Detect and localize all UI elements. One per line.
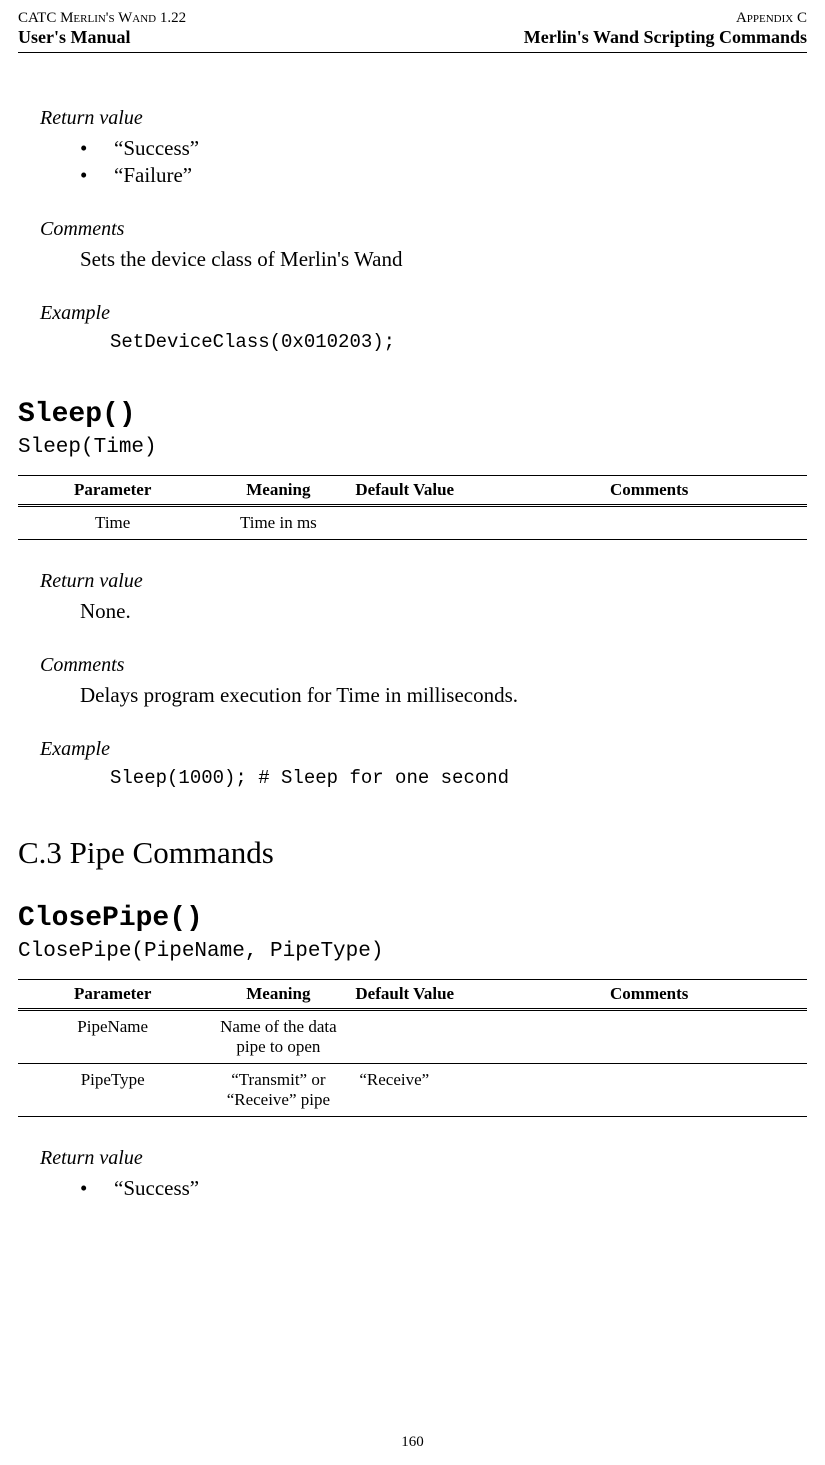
th-meaning: Meaning xyxy=(207,980,349,1010)
th-parameter: Parameter xyxy=(18,980,207,1010)
td-default: “Receive” xyxy=(349,1064,491,1117)
td-default xyxy=(349,1010,491,1064)
td-meaning: Name of the data pipe to open xyxy=(207,1010,349,1064)
td-comments xyxy=(491,1010,807,1064)
td-param: PipeType xyxy=(18,1064,207,1117)
comments-heading-2: Comments xyxy=(40,654,807,677)
bullet-item: •“Success” xyxy=(80,136,807,161)
header-line2-right: Merlin's Wand Scripting Commands xyxy=(524,27,807,48)
th-comments: Comments xyxy=(491,980,807,1010)
header-top-right: Appendix C xyxy=(736,10,807,27)
return-value-heading-1: Return value xyxy=(40,107,807,130)
header-line2-row: User's Manual Merlin's Wand Scripting Co… xyxy=(18,27,807,50)
header-rule xyxy=(18,52,807,53)
closepipe-param-table: Parameter Meaning Default Value Comments… xyxy=(18,979,807,1117)
comments-body-1: Sets the device class of Merlin's Wand xyxy=(80,247,807,272)
header-line2-left: User's Manual xyxy=(18,27,131,48)
bullet-text: “Failure” xyxy=(114,163,192,188)
header-top-left: CATC Merlin's Wand 1.22 xyxy=(18,10,186,27)
td-param: PipeName xyxy=(18,1010,207,1064)
table-row: PipeType “Transmit” or “Receive” pipe “R… xyxy=(18,1064,807,1117)
td-meaning: Time in ms xyxy=(207,506,349,540)
page-number: 160 xyxy=(0,1434,825,1451)
bullet-text: “Success” xyxy=(114,136,199,161)
bullet-text: “Success” xyxy=(114,1176,199,1201)
example-heading-2: Example xyxy=(40,738,807,761)
return-value-heading-2: Return value xyxy=(40,570,807,593)
td-comments xyxy=(491,506,807,540)
table-row: Time Time in ms xyxy=(18,506,807,540)
comments-body-2: Delays program execution for Time in mil… xyxy=(80,683,807,708)
sleep-param-table: Parameter Meaning Default Value Comments… xyxy=(18,475,807,540)
td-default xyxy=(349,506,491,540)
th-default: Default Value xyxy=(349,980,491,1010)
table-header-row: Parameter Meaning Default Value Comments xyxy=(18,980,807,1010)
return-value-heading-3: Return value xyxy=(40,1147,807,1170)
comments-heading-1: Comments xyxy=(40,218,807,241)
sleep-command-name: Sleep() xyxy=(18,399,807,430)
th-comments: Comments xyxy=(491,476,807,506)
table-header-row: Parameter Meaning Default Value Comments xyxy=(18,476,807,506)
example-code-2: Sleep(1000); # Sleep for one second xyxy=(110,767,807,789)
td-comments xyxy=(491,1064,807,1117)
th-parameter: Parameter xyxy=(18,476,207,506)
td-meaning: “Transmit” or “Receive” pipe xyxy=(207,1064,349,1117)
td-param: Time xyxy=(18,506,207,540)
bullet-item: •“Success” xyxy=(80,1176,807,1201)
example-code-1: SetDeviceClass(0x010203); xyxy=(110,331,807,353)
section-c3-heading: C.3 Pipe Commands xyxy=(18,835,807,871)
header-top-row: CATC Merlin's Wand 1.22 Appendix C xyxy=(18,10,807,27)
example-heading-1: Example xyxy=(40,302,807,325)
th-meaning: Meaning xyxy=(207,476,349,506)
th-default: Default Value xyxy=(349,476,491,506)
return-value-body-2: None. xyxy=(80,599,807,624)
closepipe-command-signature: ClosePipe(PipeName, PipeType) xyxy=(18,940,807,963)
sleep-command-signature: Sleep(Time) xyxy=(18,436,807,459)
closepipe-command-name: ClosePipe() xyxy=(18,903,807,934)
bullet-item: •“Failure” xyxy=(80,163,807,188)
table-row: PipeName Name of the data pipe to open xyxy=(18,1010,807,1064)
